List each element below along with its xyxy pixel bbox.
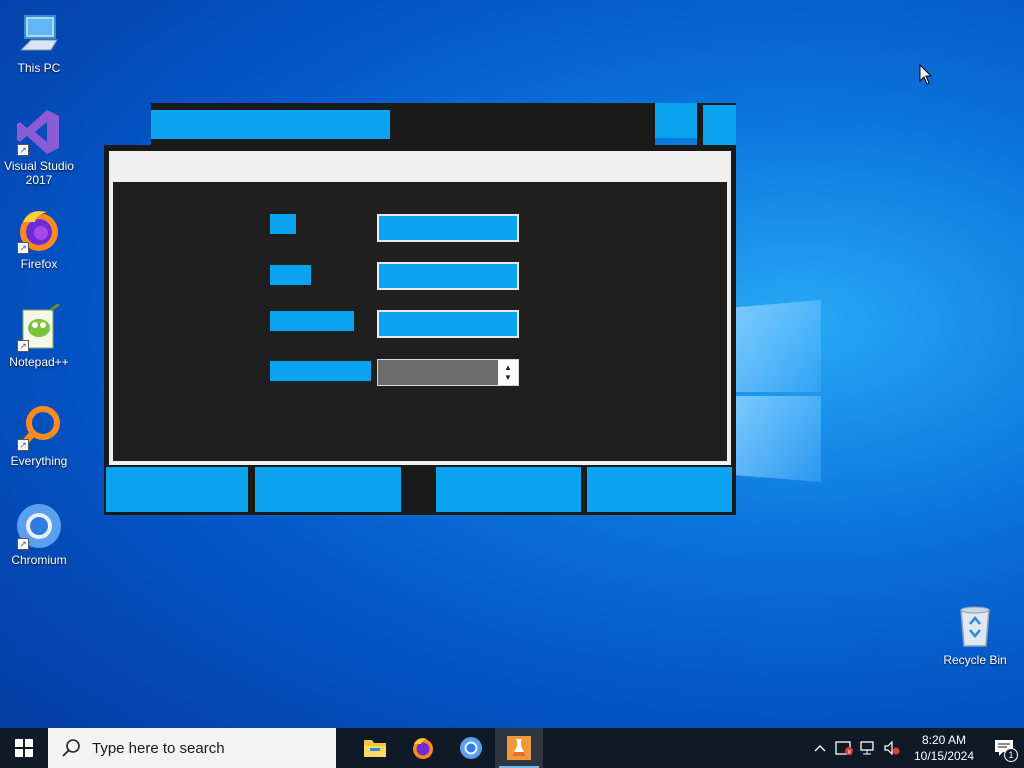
start-button[interactable] bbox=[0, 728, 48, 768]
wallpaper-windows-logo bbox=[735, 290, 825, 482]
form-input-2[interactable] bbox=[377, 262, 519, 290]
volume-muted-icon[interactable] bbox=[880, 728, 904, 768]
taskbar-clock[interactable]: 8:20 AM 10/15/2024 bbox=[904, 732, 984, 764]
recycle-bin-icon bbox=[951, 602, 999, 650]
network-icon[interactable] bbox=[856, 728, 880, 768]
taskbar-app-firefox[interactable] bbox=[399, 728, 447, 768]
window-control-fragment[interactable] bbox=[655, 103, 697, 138]
shortcut-arrow-icon: ↗ bbox=[17, 340, 29, 352]
taskbar-app-flask[interactable] bbox=[495, 728, 543, 768]
windows-start-icon bbox=[15, 739, 33, 757]
firefox-icon bbox=[413, 738, 433, 759]
taskbar: Type here to search x 8:20 AM 10/15/2024 bbox=[0, 728, 1024, 768]
form-input-3[interactable] bbox=[377, 310, 519, 338]
firefox-icon: ↗ bbox=[15, 206, 63, 254]
desktop-icon-everything[interactable]: ↗ Everything bbox=[0, 403, 78, 468]
desktop-icon-this-pc[interactable]: This PC bbox=[0, 10, 78, 75]
clock-time: 8:20 AM bbox=[921, 733, 967, 747]
desktop-icon-recycle-bin[interactable]: Recycle Bin bbox=[936, 602, 1014, 667]
window-menu-strip bbox=[109, 151, 731, 182]
action-center-button[interactable]: 1 bbox=[984, 728, 1024, 768]
shortcut-arrow-icon: ↗ bbox=[17, 144, 29, 156]
form-label-1 bbox=[270, 214, 296, 234]
window-control-fragment-blue[interactable] bbox=[703, 105, 736, 145]
file-explorer-icon bbox=[364, 740, 386, 757]
chromium-icon bbox=[460, 737, 482, 759]
desktop-icon-label: Everything bbox=[10, 454, 68, 468]
desktop-icon-label: Recycle Bin bbox=[943, 653, 1007, 667]
form-label-3 bbox=[270, 311, 354, 331]
shortcut-arrow-icon: ↗ bbox=[17, 439, 29, 451]
visual-studio-icon: ↗ bbox=[15, 108, 63, 156]
notification-count: 1 bbox=[1004, 748, 1018, 762]
form-label-4 bbox=[270, 361, 371, 381]
spin-down-icon[interactable]: ▼ bbox=[504, 373, 512, 383]
shortcut-arrow-icon: ↗ bbox=[17, 242, 29, 254]
svg-text:x: x bbox=[847, 749, 851, 756]
everything-icon: ↗ bbox=[15, 403, 63, 451]
shortcut-arrow-icon: ↗ bbox=[17, 538, 29, 550]
desktop-icon-label: Chromium bbox=[11, 553, 67, 567]
desktop-icon-visual-studio[interactable]: ↗ Visual Studio 2017 bbox=[0, 108, 78, 187]
notepadpp-icon: ↗ bbox=[15, 302, 63, 352]
taskbar-app-file-explorer[interactable] bbox=[351, 728, 399, 768]
form-spin-box[interactable]: ▲ ▼ bbox=[377, 359, 519, 386]
form-label-2 bbox=[270, 265, 311, 285]
clock-date: 10/15/2024 bbox=[913, 749, 975, 763]
search-placeholder: Type here to search bbox=[92, 739, 225, 757]
bottom-button-1[interactable] bbox=[106, 467, 248, 512]
security-warning-icon[interactable]: x bbox=[832, 728, 856, 768]
bottom-button-3[interactable] bbox=[436, 467, 581, 512]
window-title-block bbox=[151, 110, 390, 139]
bottom-button-4[interactable] bbox=[587, 467, 732, 512]
flask-app-icon bbox=[507, 736, 531, 760]
desktop-icon-label: This PC bbox=[17, 61, 61, 75]
form-input-1[interactable] bbox=[377, 214, 519, 242]
taskbar-search-box[interactable]: Type here to search bbox=[48, 728, 336, 768]
this-pc-icon bbox=[15, 10, 63, 58]
taskbar-app-chromium[interactable] bbox=[447, 728, 495, 768]
desktop-icon-label: Notepad++ bbox=[9, 355, 69, 369]
desktop-icon-firefox[interactable]: ↗ Firefox bbox=[0, 206, 78, 271]
chromium-icon: ↗ bbox=[15, 502, 63, 550]
spin-up-icon[interactable]: ▲ bbox=[504, 363, 512, 373]
desktop-icon-label: Visual Studio 2017 bbox=[4, 159, 74, 187]
system-tray: x 8:20 AM 10/15/2024 1 bbox=[808, 728, 1024, 768]
mouse-cursor-icon bbox=[919, 63, 933, 86]
desktop-icon-notepadpp[interactable]: ↗ Notepad++ bbox=[0, 302, 78, 369]
chevron-up-icon[interactable] bbox=[808, 728, 832, 768]
desktop-icon-label: Firefox bbox=[20, 257, 58, 271]
spin-arrows[interactable]: ▲ ▼ bbox=[498, 360, 518, 385]
desktop-icon-chromium[interactable]: ↗ Chromium bbox=[0, 502, 78, 567]
bottom-button-2[interactable] bbox=[255, 467, 401, 512]
search-icon bbox=[62, 739, 80, 757]
